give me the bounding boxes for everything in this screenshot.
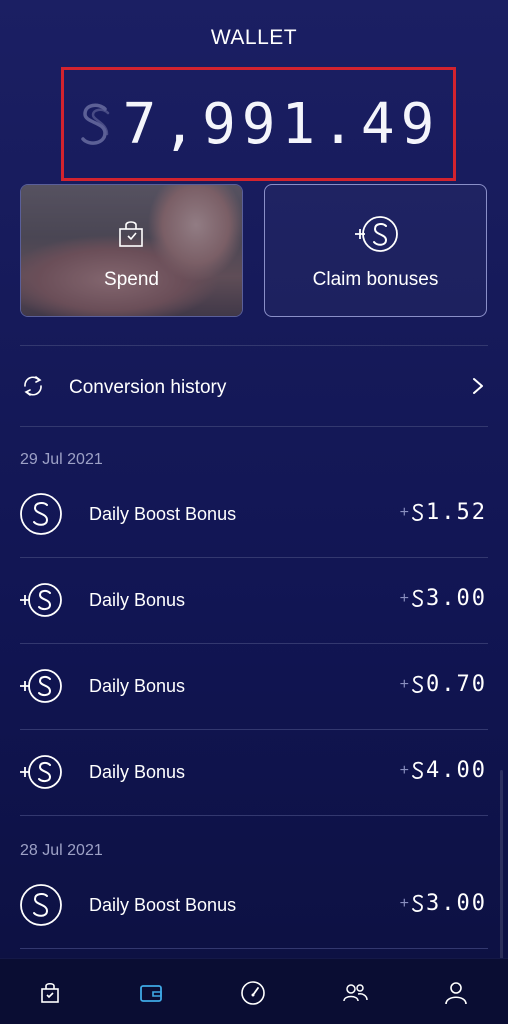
- sweatcoin-icon: [412, 761, 423, 779]
- speedometer-icon: [241, 981, 265, 1005]
- claim-bonuses-card[interactable]: Claim bonuses: [264, 184, 487, 317]
- sweatcoin-icon: [412, 894, 423, 912]
- refresh-icon: [24, 376, 42, 396]
- transaction-amount: + 3.00: [400, 891, 487, 916]
- nav-wallet[interactable]: [131, 977, 171, 1009]
- amount-value: 4.00: [426, 758, 487, 783]
- sweatcoin-icon: [412, 589, 423, 607]
- transaction-amount: + 1.52: [400, 500, 487, 525]
- amount-value: 1.52: [426, 500, 487, 525]
- claim-bonuses-label: Claim bonuses: [312, 269, 439, 290]
- plus-sweatcoin-icon: [354, 216, 398, 252]
- scrollbar[interactable]: [500, 770, 503, 960]
- transaction-label: Daily Bonus: [89, 590, 186, 610]
- date-header: 28 Jul 2021: [20, 842, 103, 859]
- sweatcoin-circle-icon: [20, 493, 62, 535]
- nav-profile[interactable]: [436, 977, 476, 1009]
- transaction-amount: + 0.70: [400, 672, 487, 697]
- conversion-history-label: Conversion history: [69, 377, 227, 398]
- amount-sign: +: [399, 589, 410, 607]
- profile-icon: [445, 982, 467, 1005]
- transaction-label: Daily Bonus: [89, 676, 186, 696]
- transaction-label: Daily Boost Bonus: [89, 895, 237, 915]
- shop-icon: [41, 982, 59, 1003]
- balance-display: 7,991.49: [64, 70, 453, 178]
- date-header: 29 Jul 2021: [20, 451, 103, 468]
- spend-card[interactable]: Spend: [20, 184, 243, 317]
- divider: [20, 426, 488, 427]
- sweatcoin-icon: [412, 503, 423, 521]
- transaction-label: Daily Bonus: [89, 762, 186, 782]
- divider: [20, 815, 488, 816]
- nav-shop[interactable]: [30, 977, 70, 1009]
- sweatcoin-circle-icon: [20, 884, 62, 926]
- transaction-row[interactable]: Daily Boost Bonus + 3.00: [0, 863, 508, 949]
- friends-icon: [343, 984, 368, 1002]
- transaction-row[interactable]: Daily Boost Bonus + 1.52: [0, 472, 508, 558]
- shopping-bag-icon: [118, 221, 143, 247]
- bottom-navigation: [0, 958, 508, 1024]
- transaction-row[interactable]: Daily Bonus + 0.70: [0, 644, 508, 730]
- spend-label: Spend: [104, 269, 159, 290]
- transaction-row[interactable]: Daily Bonus + 4.00: [0, 730, 508, 816]
- wallet-icon: [140, 985, 162, 1002]
- sweatcoin-icon: [412, 675, 423, 693]
- plus-sweatcoin-icon: [20, 669, 62, 703]
- plus-sweatcoin-icon: [20, 755, 62, 789]
- amount-value: 3.00: [426, 586, 487, 611]
- divider: [20, 948, 488, 949]
- transaction-amount: + 3.00: [400, 586, 487, 611]
- amount-value: 0.70: [426, 672, 487, 697]
- transaction-row[interactable]: Daily Bonus + 3.00: [0, 558, 508, 644]
- chevron-right-icon: [473, 378, 483, 394]
- page-title: WALLET: [210, 26, 298, 49]
- balance-value: 7,991.49: [122, 91, 441, 157]
- amount-sign: +: [399, 503, 410, 521]
- sweatcoin-icon: [80, 103, 109, 145]
- amount-sign: +: [399, 675, 410, 693]
- balance-highlight-box: 7,991.49: [61, 67, 456, 181]
- amount-value: 3.00: [426, 891, 487, 916]
- plus-sweatcoin-icon: [20, 583, 62, 617]
- nav-friends[interactable]: [335, 977, 375, 1009]
- transaction-amount: + 4.00: [400, 758, 487, 783]
- conversion-history-row[interactable]: Conversion history: [0, 345, 508, 427]
- nav-speedometer[interactable]: [233, 977, 273, 1009]
- amount-sign: +: [399, 761, 410, 779]
- amount-sign: +: [399, 894, 410, 912]
- transaction-label: Daily Boost Bonus: [89, 504, 237, 524]
